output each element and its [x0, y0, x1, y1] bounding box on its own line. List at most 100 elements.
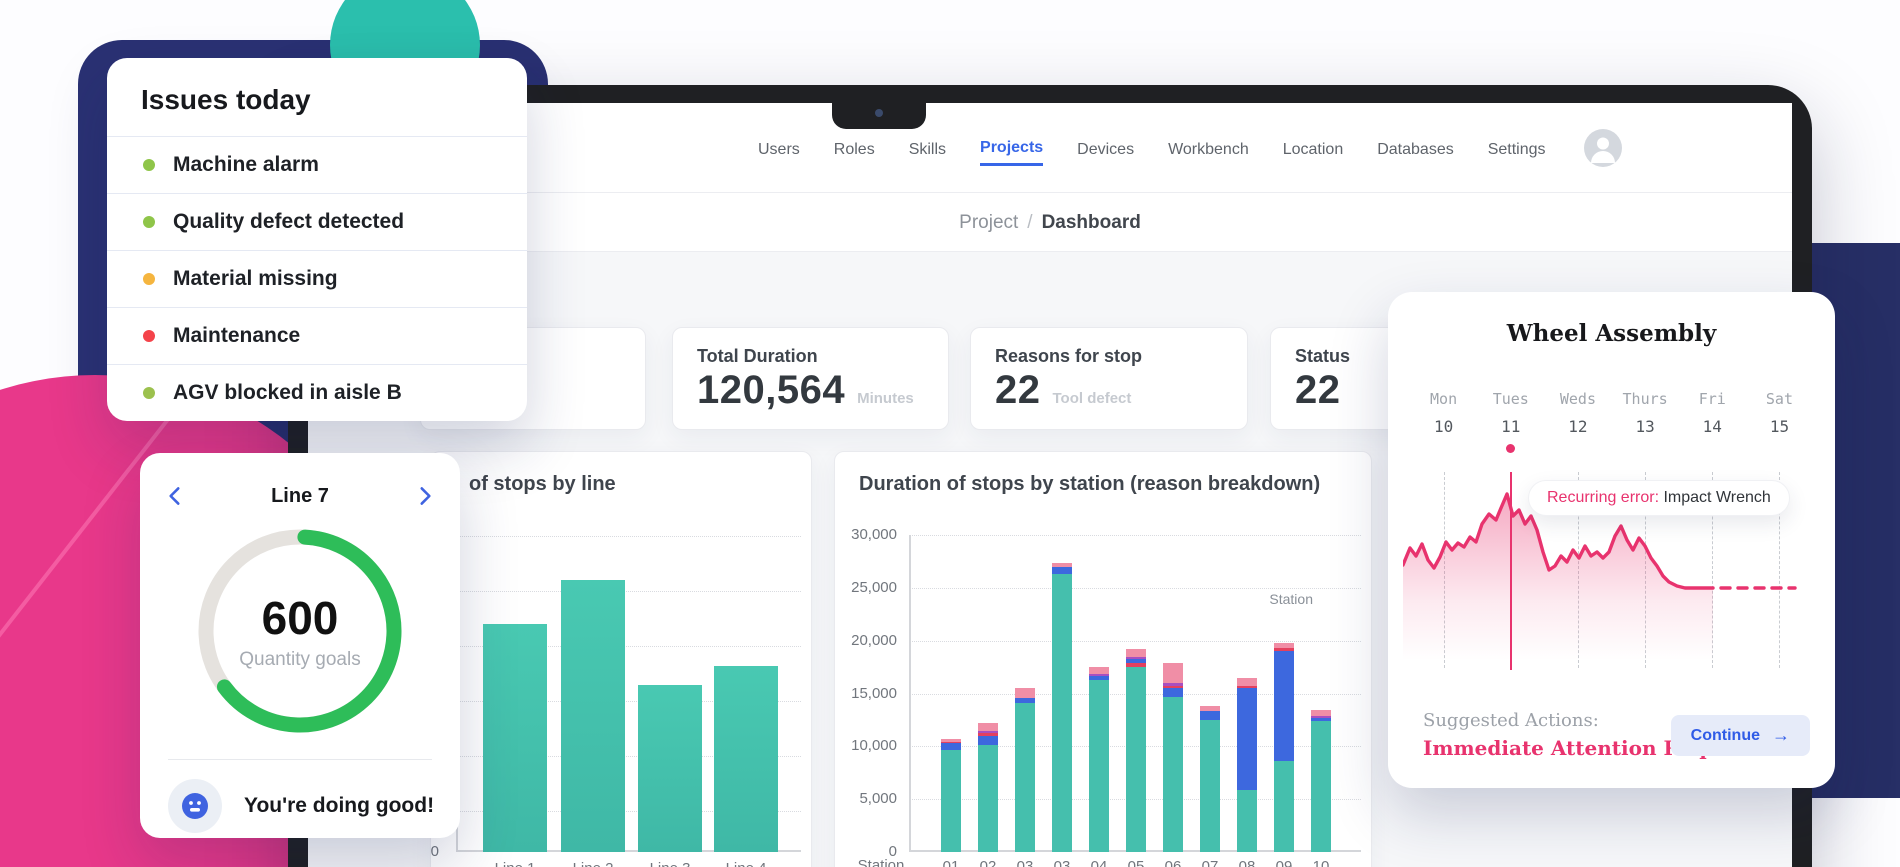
x-axis-title: Station — [857, 857, 905, 867]
segment-teal — [1052, 574, 1072, 852]
stat-unit: Tool defect — [1052, 390, 1132, 407]
nav-item-settings[interactable]: Settings — [1488, 131, 1546, 165]
segment-pink — [1126, 649, 1146, 657]
nav-item-skills[interactable]: Skills — [909, 131, 946, 165]
user-icon — [1591, 137, 1615, 163]
nav-item-devices[interactable]: Devices — [1077, 131, 1134, 165]
chart-card-stops-by-station: Duration of stops by station (reason bre… — [834, 451, 1372, 867]
stacked-bar-station-06 — [1163, 662, 1183, 852]
issue-row[interactable]: Machine alarm — [107, 136, 527, 193]
stacked-bar-station-03 — [1052, 562, 1072, 852]
day-name: Fri — [1698, 390, 1726, 408]
y-tick-label: 20,000 — [851, 632, 897, 649]
stat-card-total-duration: Total Duration 120,564 Minutes — [672, 327, 949, 430]
arrow-right-icon: → — [1772, 725, 1790, 745]
breadcrumb: Project / Dashboard — [308, 194, 1792, 252]
bar-x-label: 09 — [1275, 858, 1293, 867]
chevron-right-icon[interactable] — [412, 483, 438, 509]
top-nav-bar: Users Roles Skills Projects Devices Workbench… — [308, 103, 1792, 193]
y-tick-label: 30,000 — [851, 526, 897, 543]
y-axis — [909, 535, 911, 852]
issues-card-title: Issues today — [141, 84, 311, 115]
chart-card-stops-by-line: of stops by line Line 1Line 2Line 3Line … — [430, 451, 812, 867]
segment-teal — [978, 745, 998, 852]
wheel-card-title: Wheel Assembly — [1506, 320, 1717, 347]
day-column-mon[interactable]: Mon 10 — [1410, 390, 1477, 436]
bar-x-label: Line 4 — [706, 860, 786, 867]
smiley-icon — [182, 793, 208, 819]
bar-x-label: 07 — [1201, 858, 1219, 867]
issues-card: Issues today Machine alarm Quality defect… — [107, 58, 527, 421]
bar-x-label: Line 3 — [630, 860, 710, 867]
stat-value: 22 — [995, 368, 1041, 412]
bar-x-label: 03 — [1053, 858, 1071, 867]
stat-card-reasons-for-stop: Reasons for stop 22 Tool defect — [970, 327, 1248, 430]
stacked-bar-station-07 — [1200, 706, 1220, 852]
bar-x-label: 03 — [1016, 858, 1034, 867]
segment-blue — [978, 735, 998, 746]
day-name: Weds — [1559, 390, 1596, 408]
stops-by-station-plot: 30,000 25,000 20,000 15,000 10,000 5,000 0 01 02… — [851, 526, 1361, 867]
recurring-error-tooltip: Recurring error: Impact Wrench — [1528, 480, 1790, 516]
continue-label: Continue — [1690, 726, 1760, 744]
segment-teal — [941, 749, 961, 852]
segment-blue — [1200, 711, 1220, 720]
issue-status-dot — [143, 273, 155, 285]
nav-item-location[interactable]: Location — [1283, 131, 1344, 165]
bar-line-3 — [638, 685, 702, 852]
stops-by-line-plot: Line 1Line 2Line 3Line 4 — [456, 536, 801, 867]
bar-x-label: 06 — [1164, 858, 1182, 867]
chart-title: Duration of stops by station (reason bre… — [859, 473, 1321, 495]
segment-blue — [1274, 651, 1294, 762]
day-date: 13 — [1635, 417, 1655, 436]
day-name: Thurs — [1622, 390, 1668, 408]
bar-line-4 — [714, 666, 778, 852]
stat-value: 120,564 — [697, 368, 846, 412]
stacked-bar-station-05 — [1126, 649, 1146, 852]
chart-title: of stops by line — [469, 473, 616, 495]
day-column-tues[interactable]: Tues 11 — [1477, 390, 1544, 436]
breadcrumb-section[interactable]: Project — [959, 212, 1018, 234]
issue-row[interactable]: Quality defect detected — [107, 193, 527, 250]
day-name: Sat — [1765, 390, 1793, 408]
y-tick-label: 10,000 — [851, 737, 897, 754]
stacked-bar-station-10 — [1311, 710, 1331, 852]
issue-row[interactable]: Material missing — [107, 250, 527, 307]
nav-item-projects[interactable]: Projects — [980, 129, 1044, 166]
segment-pink — [1237, 678, 1257, 686]
camera-dot — [875, 109, 883, 117]
segment-blue — [1052, 566, 1072, 575]
issue-label: AGV blocked in aisle B — [173, 381, 402, 404]
day-column-sat[interactable]: Sat 15 — [1746, 390, 1813, 436]
stat-unit: Minutes — [857, 390, 914, 407]
bar-x-label: 05 — [1127, 858, 1145, 867]
y-tick-label: 25,000 — [851, 579, 897, 596]
quantity-value: 600 — [261, 592, 339, 644]
wheel-assembly-card: Wheel Assembly Mon 10 Tues 11 Weds 12 Thurs 13 F… — [1388, 292, 1835, 788]
user-avatar[interactable] — [1584, 129, 1622, 167]
stacked-bar-station-04 — [1089, 667, 1109, 852]
segment-teal — [1237, 789, 1257, 852]
bar-x-label: 02 — [979, 858, 997, 867]
gridline — [909, 588, 1361, 589]
day-column-fri[interactable]: Fri 14 — [1679, 390, 1746, 436]
issue-row[interactable]: Maintenance — [107, 307, 527, 364]
nav-item-workbench[interactable]: Workbench — [1168, 131, 1249, 165]
issue-row[interactable]: AGV blocked in aisle B — [107, 364, 527, 421]
issue-label: Material missing — [173, 267, 338, 290]
day-column-weds[interactable]: Weds 12 — [1544, 390, 1611, 436]
nav-item-users[interactable]: Users — [758, 131, 800, 165]
issue-status-dot — [143, 216, 155, 228]
continue-button[interactable]: Continue → — [1670, 715, 1810, 756]
nav-item-databases[interactable]: Databases — [1377, 131, 1454, 165]
issue-label: Machine alarm — [173, 153, 319, 176]
stacked-bar-station-08 — [1237, 678, 1257, 852]
day-column-thurs[interactable]: Thurs 13 — [1612, 390, 1679, 436]
line-card: Line 7 600 Quantity goals You're doing g… — [140, 453, 460, 838]
nav-item-roles[interactable]: Roles — [834, 131, 875, 165]
issue-status-dot — [143, 159, 155, 171]
breadcrumb-separator: / — [1027, 211, 1033, 233]
day-date: 12 — [1568, 417, 1588, 436]
day-name: Mon — [1430, 390, 1458, 408]
bar-x-label: 04 — [1090, 858, 1108, 867]
